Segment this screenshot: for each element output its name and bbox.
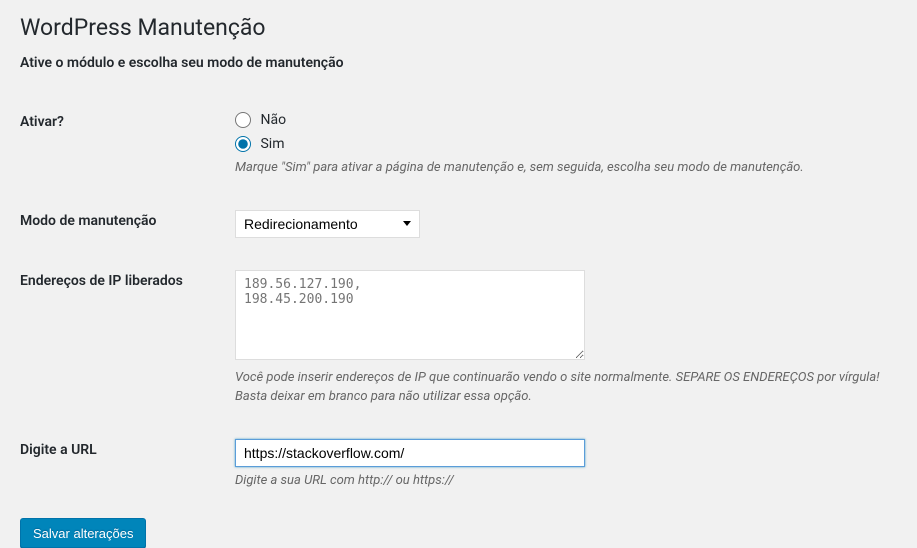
url-input[interactable]	[235, 439, 585, 467]
activate-description: Marque "Sim" para ativar a página de man…	[235, 158, 887, 178]
activate-option-yes-label[interactable]: Sim	[235, 135, 887, 155]
ips-textarea[interactable]	[235, 270, 585, 360]
ips-label: Endereços de IP liberados	[20, 258, 235, 427]
mode-label: Modo de manutenção	[20, 198, 235, 258]
submit-row: Salvar alterações	[20, 518, 897, 548]
activate-option-yes-text: Sim	[260, 136, 284, 152]
url-description: Digite a sua URL com http:// ou https://	[235, 471, 887, 491]
mode-select[interactable]: Redirecionamento	[235, 210, 420, 238]
activate-radio-yes[interactable]	[235, 136, 251, 152]
activate-label: Ativar?	[20, 99, 235, 198]
settings-form-table: Ativar? Não Sim Marque "Sim" para ativar…	[20, 99, 897, 510]
url-label: Digite a URL	[20, 427, 235, 511]
activate-radio-group: Não Sim	[235, 111, 887, 154]
activate-option-no-label[interactable]: Não	[235, 111, 887, 131]
page-subtitle: Ative o módulo e escolha seu modo de man…	[20, 55, 897, 71]
page-title: WordPress Manutenção	[20, 10, 897, 41]
save-button[interactable]: Salvar alterações	[20, 518, 146, 548]
activate-option-no-text: Não	[260, 112, 286, 128]
activate-radio-no[interactable]	[235, 112, 251, 128]
ips-description: Você pode inserir endereços de IP que co…	[235, 368, 887, 407]
